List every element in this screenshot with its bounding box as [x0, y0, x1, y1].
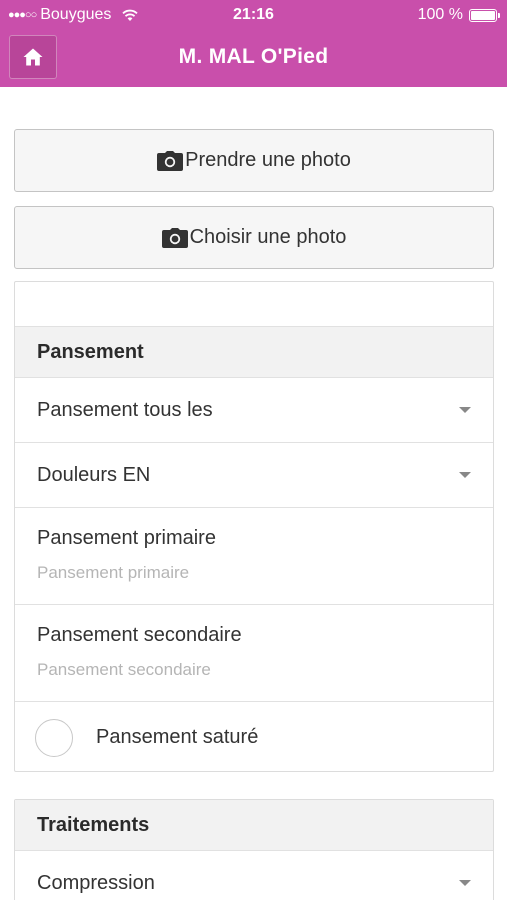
pansement-section-header: Pansement — [15, 326, 493, 377]
choose-photo-button[interactable]: Choisir une photo — [14, 206, 494, 269]
chevron-down-icon — [459, 880, 471, 886]
camera-icon — [161, 227, 188, 248]
pansement-secondaire-input[interactable] — [37, 660, 467, 680]
traitements-header-label: Traitements — [37, 813, 150, 836]
pansement-primaire-label: Pansement primaire — [37, 527, 216, 549]
choose-photo-label: Choisir une photo — [189, 226, 347, 248]
page-title: M. MAL O'Pied — [178, 45, 329, 68]
battery-percent: 100 % — [417, 6, 463, 23]
pansement-sature-row[interactable]: Pansement saturé — [15, 701, 493, 771]
compression-label: Compression — [37, 871, 155, 894]
battery-status: 100 % — [417, 6, 500, 24]
pansement-secondaire-field: Pansement secondaire — [15, 604, 493, 701]
pansement-primaire-input[interactable] — [37, 563, 467, 583]
douleurs-label: Douleurs EN — [37, 463, 151, 486]
take-photo-button[interactable]: Prendre une photo — [14, 129, 494, 192]
douleurs-select[interactable]: Douleurs EN — [15, 442, 493, 507]
traitements-panel: Traitements Compression — [14, 799, 494, 900]
pansement-secondaire-label: Pansement secondaire — [37, 624, 242, 646]
pansement-sature-label: Pansement saturé — [96, 726, 259, 748]
battery-icon — [469, 8, 500, 22]
camera-icon — [157, 150, 184, 171]
traitements-section-header: Traitements — [15, 800, 493, 850]
status-bar: ●●●○○ Bouygues 21:16 100 % — [0, 0, 507, 30]
chevron-down-icon — [459, 472, 471, 478]
pansement-frequency-select[interactable]: Pansement tous les — [15, 377, 493, 442]
pansement-frequency-label: Pansement tous les — [37, 398, 213, 421]
take-photo-label: Prendre une photo — [185, 149, 351, 171]
pansement-panel: Pansement Pansement tous les Douleurs EN… — [14, 281, 494, 772]
pansement-header-label: Pansement — [37, 340, 144, 363]
pansement-sature-checkbox[interactable] — [35, 719, 73, 757]
compression-select[interactable]: Compression — [15, 850, 493, 900]
pansement-primaire-field: Pansement primaire — [15, 507, 493, 604]
app-header: ●●●○○ Bouygues 21:16 100 % M. MAL O'Pied — [0, 0, 507, 87]
chevron-down-icon — [459, 407, 471, 413]
